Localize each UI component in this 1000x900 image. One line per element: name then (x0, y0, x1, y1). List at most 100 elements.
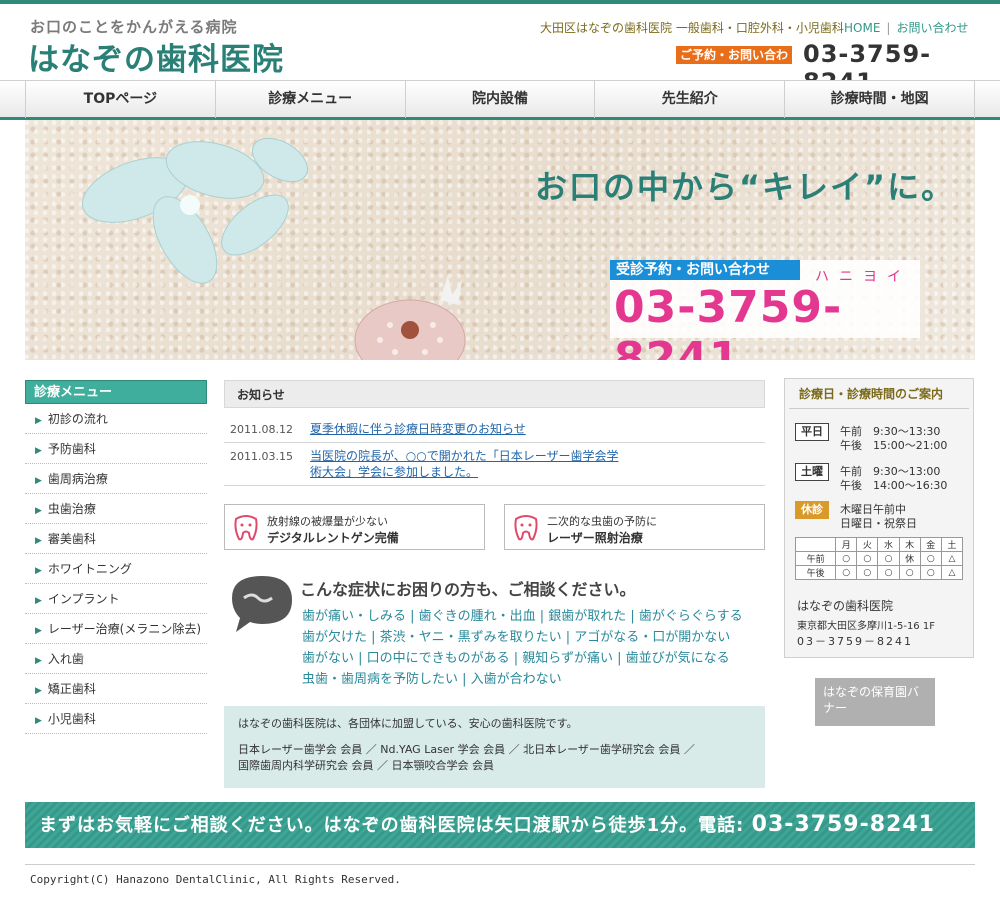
affiliations-intro: はなぞの歯科医院は、各団体に加盟している、安心の歯科医院です。 (238, 717, 578, 730)
clinic-name: はなぞの歯科医院 (797, 599, 894, 613)
schedule-cell: 木 (898, 537, 921, 552)
tooth-icon (234, 515, 258, 541)
sidebar-item-orthodontics[interactable]: ▶ 矯正歯科 (25, 674, 207, 704)
schedule-cell: ○ (919, 565, 942, 580)
schedule-cell: △ (940, 551, 964, 566)
closed-line: 日曜日・祝祭日 (840, 517, 917, 530)
sidebar-item-cosmetic[interactable]: ▶ 審美歯科 (25, 524, 207, 554)
footer-divider (25, 864, 975, 865)
feature-digital-xray[interactable]: 放射線の被爆量が少ない デジタルレントゲン完備 (224, 504, 485, 550)
news-title: お知らせ (224, 380, 765, 408)
schedule-cell: 午前 (794, 551, 837, 566)
sidebar-item-periodontal[interactable]: ▶ 歯周病治療 (25, 464, 207, 494)
schedule-cell: ○ (835, 565, 858, 580)
sidebar-item-label: 小児歯科 (47, 712, 96, 726)
schedule-cell: 土 (940, 537, 964, 552)
arrow-icon: ▶ (35, 476, 42, 486)
contact-label: ご予約・お問い合わせ (676, 46, 792, 80)
schedule-row: 午後 ○ ○ ○ ○ ○ △ (794, 565, 964, 580)
feature-row: 放射線の被爆量が少ない デジタルレントゲン完備 二次的な虫歯の予防に レーザー照… (224, 504, 765, 550)
nav-doctor[interactable]: 先生紹介 (595, 81, 786, 118)
header-description: 大田区はなぞの歯科医院 一般歯科・口腔外科・小児歯科 (540, 21, 844, 35)
feature-laser-treatment[interactable]: 二次的な虫歯の予防に レーザー照射治療 (504, 504, 765, 550)
sidebar-item-laser[interactable]: ▶ レーザー治療(メラニン除去) (25, 614, 207, 644)
bottom-bar-text: まずはお気軽にご相談ください。はなぞの歯科医院は矢口渡駅から徒歩1分。電話: (39, 815, 752, 836)
day-badge: 平日 (795, 423, 829, 441)
schedule-table: 月 火 水 木 金 土 午前 ○ ○ ○ 休 ○ △ 午後 ○ ○ ○ ○ ○ … (794, 537, 964, 580)
arrow-icon: ▶ (35, 626, 42, 636)
sidebar-item-dentures[interactable]: ▶ 入れ歯 (25, 644, 207, 674)
sidebar-item-label: レーザー治療(メラニン除去) (47, 622, 202, 636)
affiliations-line: 国際歯周内科学研究会 会員 ／ 日本顎咬合学会 会員 (238, 759, 494, 772)
schedule-cell: ○ (877, 551, 900, 566)
nav-top[interactable]: TOPページ (26, 81, 216, 118)
arrow-icon: ▶ (35, 656, 42, 666)
site-logo[interactable]: はなぞの歯科医院 (28, 34, 284, 79)
tooth-icon (514, 515, 538, 541)
schedule-cell (794, 537, 837, 552)
sidebar-item-pediatric[interactable]: ▶ 小児歯科 (25, 704, 207, 734)
news-link[interactable]: 当医院の院長が、○○で開かれた「日本レーザー歯学会学術大会」学会に参加しました。 (310, 448, 765, 480)
sidebar-item-label: 矯正歯科 (47, 682, 96, 696)
sidebar-menu: 診療メニュー ▶ 初診の流れ ▶ 予防歯科 ▶ 歯周病治療 ▶ 虫歯治療 ▶ 審美歯科 ▶… (25, 380, 207, 734)
nav-facilities[interactable]: 院内設備 (406, 81, 596, 118)
sidebar-item-preventive[interactable]: ▶ 予防歯科 (25, 434, 207, 464)
sidebar-item-cavity[interactable]: ▶ 虫歯治療 (25, 494, 207, 524)
schedule-cell: 金 (919, 537, 942, 552)
hero-contact-box[interactable]: 受診予約・お問い合わせ ハニヨイ 03-3759-8241 (610, 260, 920, 360)
schedule-cell: 午後 (794, 565, 837, 580)
feature-title: レーザー照射治療 (547, 531, 643, 545)
hero-banner: お口の中から“キレイ”に。 受診予約・お問い合わせ ハニヨイ 03-3759-8… (25, 120, 975, 360)
sidebar-item-label: 審美歯科 (47, 532, 96, 546)
schedule-cell: 水 (877, 537, 900, 552)
arrow-icon: ▶ (35, 536, 42, 546)
sidebar-item-label: 初診の流れ (47, 412, 108, 426)
affiliations-line: 日本レーザー歯学会 会員 ／ Nd.YAG Laser 学会 会員 ／ 北日本レ… (238, 743, 695, 756)
hero-box-label: 受診予約・お問い合わせ (610, 260, 800, 280)
sidebar-item-first-visit[interactable]: ▶ 初診の流れ (25, 404, 207, 434)
symptoms-list: 歯が痛い・しみる | 歯ぐきの腫れ・出血 | 銀歯が取れた | 歯がぐらぐらする… (302, 606, 757, 690)
schedule-cell: △ (940, 565, 964, 580)
schedule-cell: 火 (856, 537, 879, 552)
feature-subtitle: 二次的な虫歯の予防に (547, 515, 657, 528)
nursery-banner[interactable]: はなぞの保育園バナー (815, 678, 935, 726)
news-item: 2011.08.12 夏季休暇に伴う診療日時変更のお知らせ (224, 416, 765, 443)
speech-bubble-icon (232, 576, 292, 632)
home-link[interactable]: HOME (844, 21, 880, 35)
sidebar-item-label: 予防歯科 (47, 442, 96, 456)
news-item: 2011.03.15 当医院の院長が、○○で開かれた「日本レーザー歯学会学術大会… (224, 443, 765, 486)
sidebar-item-label: 入れ歯 (47, 652, 84, 666)
clinic-phone: 03－3759－8241 (797, 635, 913, 648)
hero-slogan: お口の中から“キレイ”に。 (535, 168, 956, 206)
contact-link[interactable]: お問い合わせ (896, 21, 968, 35)
arrow-icon: ▶ (35, 416, 42, 426)
symptoms-title: こんな症状にお困りの方も、ご相談ください。 (300, 580, 636, 599)
sidebar-item-label: 虫歯治療 (47, 502, 96, 516)
news-date: 2011.03.15 (230, 450, 293, 463)
bottom-contact-bar: まずはお気軽にご相談ください。はなぞの歯科医院は矢口渡駅から徒歩1分。電話: 0… (25, 802, 975, 848)
sidebar-item-label: インプラント (47, 592, 120, 606)
nav-hours-map[interactable]: 診療時間・地図 (785, 81, 975, 118)
hours-title: 診療日・診療時間のご案内 (789, 379, 969, 409)
news-date: 2011.08.12 (230, 423, 293, 436)
hours-panel: 診療日・診療時間のご案内 平日 午前 9:30～13:30 午後 15:00～2… (784, 378, 974, 658)
news-link[interactable]: 夏季休暇に伴う診療日時変更のお知らせ (310, 421, 765, 437)
arrow-icon: ▶ (35, 446, 42, 456)
hours-pm: 午後 15:00～21:00 (840, 439, 948, 452)
schedule-cell: 月 (835, 537, 858, 552)
symptoms-line: 歯が欠けた | 茶渋・ヤニ・黒ずみを取りたい | アゴがなる・口が開かない (302, 630, 731, 645)
top-accent-line (0, 0, 1000, 4)
hero-phone: 03-3759-8241 (614, 282, 843, 360)
symptoms-line: 歯がない | 口の中にできものがある | 親知らずが痛い | 歯並びが気になる (302, 651, 730, 666)
link-separator: | (886, 21, 891, 35)
sidebar-item-implant[interactable]: ▶ インプラント (25, 584, 207, 614)
seashell-image (354, 275, 466, 360)
closed-badge: 休診 (795, 501, 829, 519)
nav-menu[interactable]: 診療メニュー (216, 81, 406, 118)
sidebar-item-whitening[interactable]: ▶ ホワイトニング (25, 554, 207, 584)
schedule-cell: ○ (856, 551, 879, 566)
symptoms-line: 虫歯・歯周病を予防したい | 入歯が合わない (302, 672, 562, 687)
sidebar-title: 診療メニュー (25, 380, 207, 404)
schedule-header-row: 月 火 水 木 金 土 (794, 537, 964, 552)
main-content: お知らせ 2011.08.12 夏季休暇に伴う診療日時変更のお知らせ 2011.… (224, 380, 765, 788)
